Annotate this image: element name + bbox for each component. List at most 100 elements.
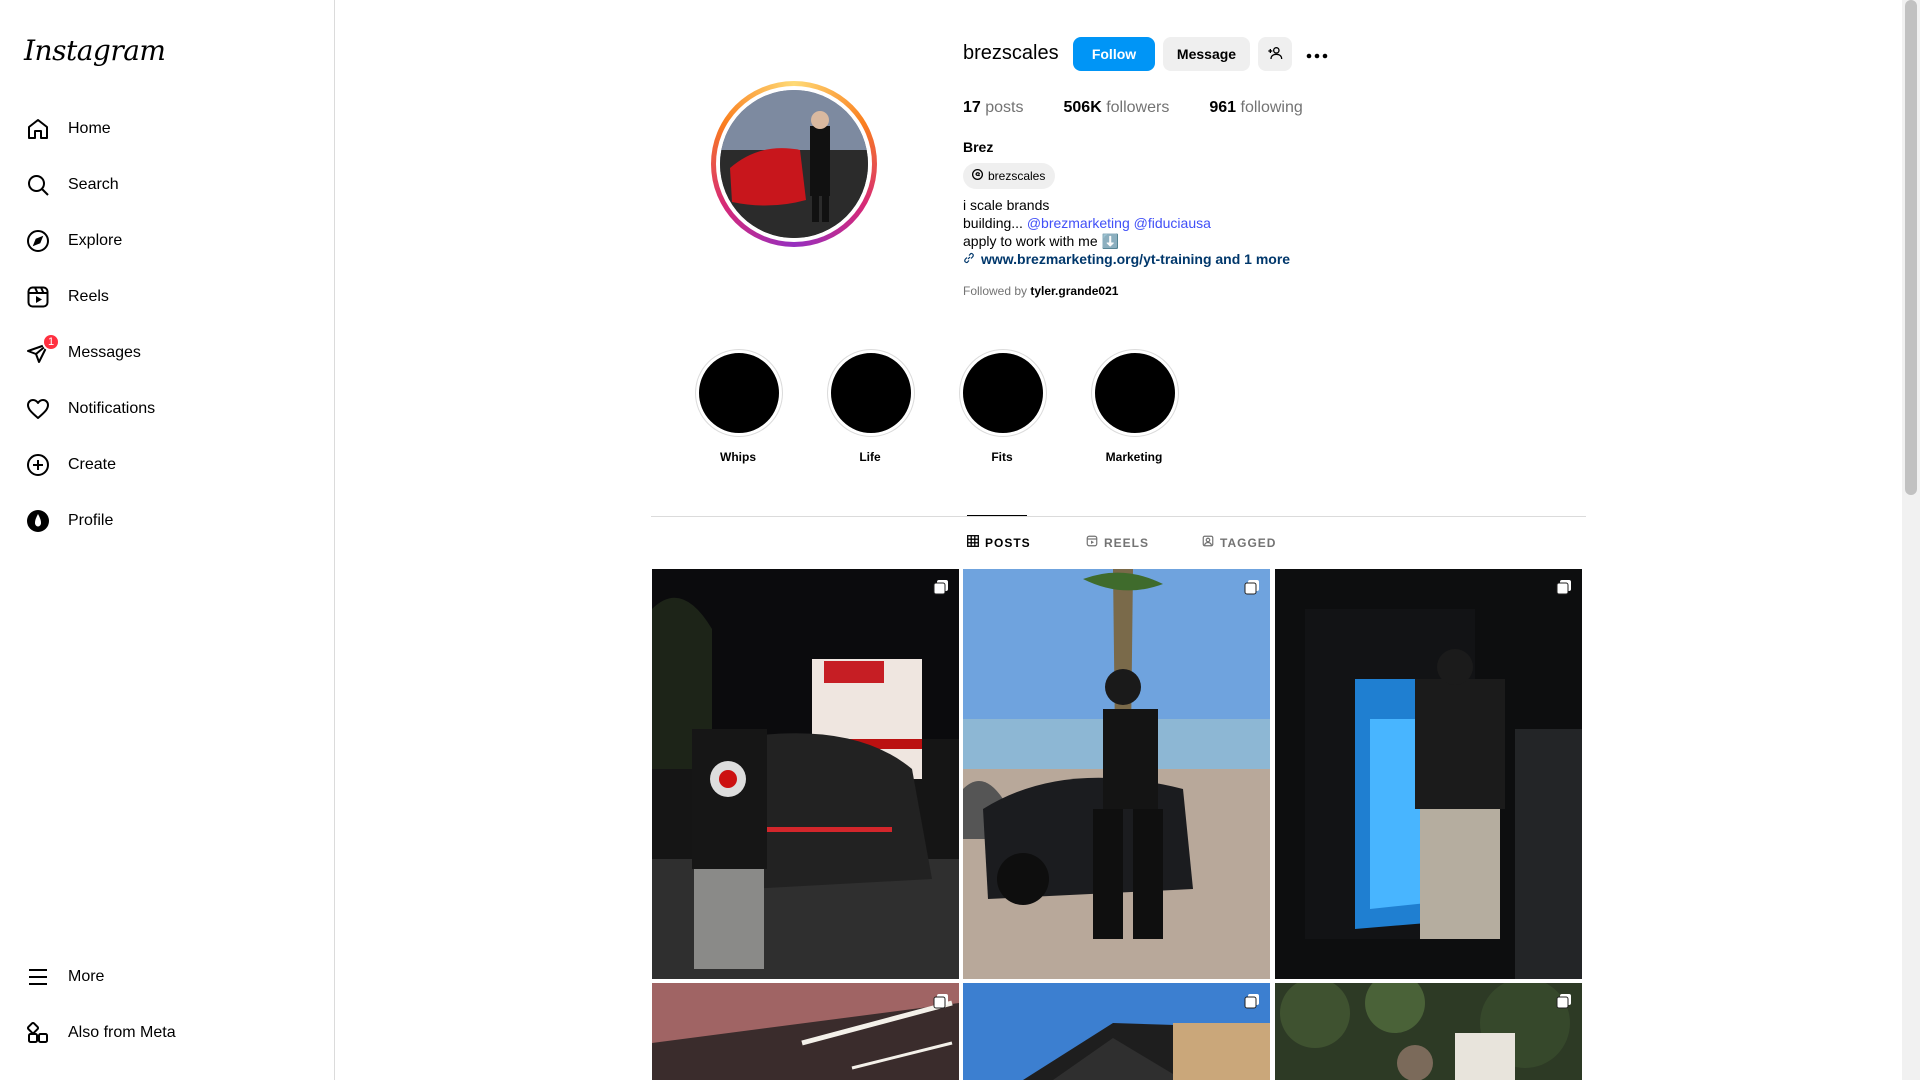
active-tab-indicator	[967, 515, 1027, 516]
followed-by-text[interactable]: Followed by tyler.grande021	[963, 284, 1118, 298]
sidebar-item-more[interactable]: More	[12, 953, 318, 1001]
threads-badge[interactable]: brezscales	[963, 163, 1056, 189]
carousel-icon	[1244, 993, 1260, 1009]
post-thumbnail[interactable]	[1275, 569, 1582, 979]
instagram-logo[interactable]: Instagram	[24, 34, 166, 67]
followed-by-prefix: Followed by	[963, 284, 1031, 298]
highlight-life[interactable]: Life	[828, 350, 914, 464]
sidebar-item-label: Notifications	[68, 400, 156, 417]
sidebar-item-label: Also from Meta	[68, 1024, 176, 1041]
explore-icon	[24, 227, 52, 255]
sidebar-item-create[interactable]: Create	[12, 441, 318, 489]
messages-icon: 1	[24, 333, 60, 367]
sidebar-item-label: More	[68, 968, 105, 985]
link-icon	[963, 250, 975, 268]
sidebar-item-home[interactable]: Home	[12, 105, 318, 153]
sidebar-item-messages[interactable]: 1 Messages	[12, 329, 318, 377]
post-thumbnail[interactable]	[652, 983, 959, 1080]
sidebar: Instagram Home Search Explore Reels 1 Me…	[0, 0, 335, 1080]
scrollbar[interactable]	[1902, 0, 1920, 1080]
carousel-icon	[1244, 579, 1260, 595]
sidebar-item-label: Home	[68, 120, 111, 137]
carousel-icon	[1556, 579, 1572, 595]
threads-handle: brezscales	[988, 169, 1046, 183]
tab-label: REELS	[1104, 535, 1150, 550]
sidebar-item-search[interactable]: Search	[12, 161, 318, 209]
tabs-divider	[651, 516, 1586, 517]
following-label: following	[1240, 99, 1303, 116]
sidebar-item-label: Create	[68, 456, 117, 473]
grid-icon	[967, 535, 979, 550]
tab-tagged[interactable]: TAGGED	[1202, 535, 1276, 550]
reels-icon	[24, 283, 52, 311]
bio-line: apply to work with me ⬇️	[963, 233, 1119, 249]
profile-full-name: Brez	[963, 139, 994, 155]
threads-icon	[971, 168, 984, 184]
scrollbar-thumb[interactable]	[1905, 0, 1917, 495]
suggested-accounts-button[interactable]	[1258, 37, 1292, 71]
highlight-marketing[interactable]: Marketing	[1092, 350, 1178, 464]
sidebar-item-also-from-meta[interactable]: Also from Meta	[12, 1009, 318, 1057]
notification-badge: 1	[42, 333, 60, 351]
tab-reels[interactable]: REELS	[1086, 535, 1149, 550]
posts-count: 17	[963, 99, 981, 116]
profile-main: brezscales Follow Message 17 posts 506K …	[336, 0, 1902, 1080]
followed-by-user: tyler.grande021	[1030, 284, 1119, 298]
bio-link-row[interactable]: www.brezmarketing.org/yt-training and 1 …	[963, 250, 1290, 268]
following-stat[interactable]: 961 following	[1209, 99, 1302, 117]
tab-label: POSTS	[985, 535, 1031, 550]
bio-external-link: www.brezmarketing.org/yt-training and 1 …	[981, 251, 1291, 267]
profile-avatar-icon	[24, 507, 52, 535]
profile-username: brezscales	[963, 42, 1059, 64]
sidebar-item-explore[interactable]: Explore	[12, 217, 318, 265]
mention-link[interactable]: @brezmarketing	[1027, 215, 1130, 231]
post-thumbnail[interactable]	[1275, 983, 1582, 1080]
followers-label: followers	[1106, 99, 1170, 116]
add-person-icon	[1267, 45, 1283, 64]
highlight-cover	[1092, 350, 1178, 436]
post-thumbnail[interactable]	[963, 983, 1270, 1080]
avatar-border	[716, 86, 872, 242]
more-options-button[interactable]	[1300, 37, 1334, 71]
tagged-icon	[1202, 535, 1214, 550]
follow-button[interactable]: Follow	[1073, 37, 1155, 71]
bio-line: building... @brezmarketing @fiduciausa	[963, 214, 1290, 232]
sidebar-item-notifications[interactable]: Notifications	[12, 385, 318, 433]
home-icon	[24, 115, 52, 143]
carousel-icon	[933, 993, 949, 1009]
followers-count: 506K	[1063, 99, 1102, 116]
mention-link[interactable]: @fiduciausa	[1134, 215, 1211, 231]
posts-stat: 17 posts	[963, 99, 1024, 117]
highlight-label: Whips	[720, 450, 756, 464]
highlight-cover	[960, 350, 1046, 436]
avatar	[720, 90, 868, 238]
posts-label: posts	[985, 99, 1024, 116]
post-thumbnail[interactable]	[652, 569, 959, 979]
bio-text: building...	[963, 215, 1027, 231]
sidebar-item-label: Profile	[68, 512, 114, 529]
sidebar-item-reels[interactable]: Reels	[12, 273, 318, 321]
highlight-cover	[828, 350, 914, 436]
highlight-whips[interactable]: Whips	[696, 350, 782, 464]
highlight-label: Marketing	[1105, 450, 1163, 464]
post-thumbnail[interactable]	[963, 569, 1270, 979]
reels-icon	[1086, 535, 1098, 550]
sidebar-item-label: Messages	[68, 344, 141, 361]
search-icon	[24, 171, 52, 199]
meta-apps-icon	[24, 1019, 52, 1047]
highlight-label: Life	[859, 450, 881, 464]
profile-stats: 17 posts 506K followers 961 following	[963, 99, 1303, 117]
message-button[interactable]: Message	[1163, 37, 1250, 71]
following-count: 961	[1209, 99, 1237, 116]
sidebar-item-label: Reels	[68, 288, 109, 305]
tab-posts[interactable]: POSTS	[967, 535, 1031, 550]
highlight-cover	[696, 350, 782, 436]
sidebar-item-profile[interactable]: Profile	[12, 497, 318, 545]
more-dots-icon	[1306, 46, 1328, 62]
profile-avatar-story-ring[interactable]	[711, 81, 877, 247]
carousel-icon	[1556, 993, 1572, 1009]
followers-stat[interactable]: 506K followers	[1064, 99, 1170, 117]
plus-square-icon	[24, 451, 52, 479]
sidebar-item-label: Explore	[68, 232, 123, 249]
highlight-fits[interactable]: Fits	[960, 350, 1046, 464]
